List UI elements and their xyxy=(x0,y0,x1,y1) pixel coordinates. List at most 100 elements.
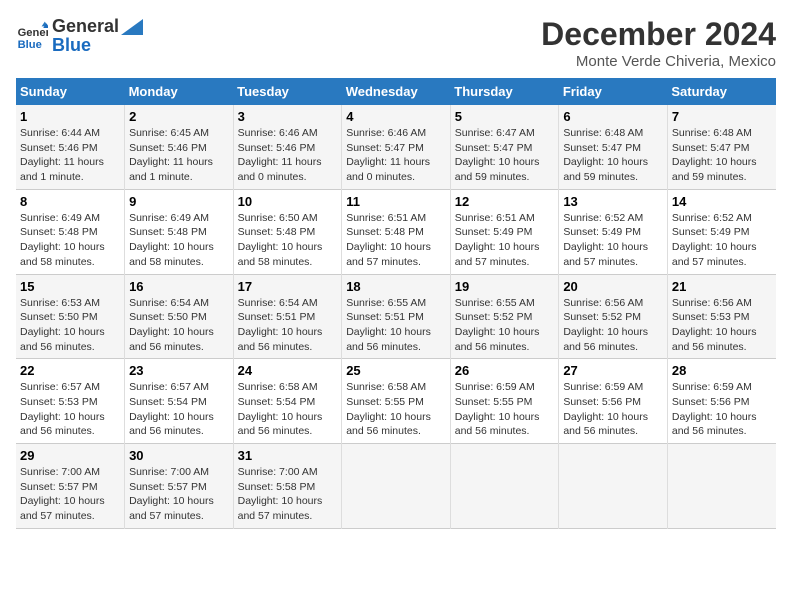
day-detail: Sunrise: 6:59 AM Sunset: 5:56 PM Dayligh… xyxy=(672,380,772,439)
day-detail: Sunrise: 6:59 AM Sunset: 5:56 PM Dayligh… xyxy=(563,380,663,439)
day-number: 24 xyxy=(238,363,338,378)
day-detail: Sunrise: 6:51 AM Sunset: 5:48 PM Dayligh… xyxy=(346,211,446,270)
day-detail: Sunrise: 6:49 AM Sunset: 5:48 PM Dayligh… xyxy=(20,211,120,270)
day-cell: 1Sunrise: 6:44 AM Sunset: 5:46 PM Daylig… xyxy=(16,105,125,189)
day-number: 31 xyxy=(238,448,338,463)
day-number: 17 xyxy=(238,279,338,294)
header-thursday: Thursday xyxy=(450,78,559,105)
header-friday: Friday xyxy=(559,78,668,105)
day-cell: 26 Sunrise: 6:59 AM Sunset: 5:55 PM Dayli… xyxy=(450,359,559,444)
day-number: 16 xyxy=(129,279,229,294)
day-cell: 24 Sunrise: 6:58 AM Sunset: 5:54 PM Dayli… xyxy=(233,359,342,444)
day-detail: Sunrise: 7:00 AM Sunset: 5:57 PM Dayligh… xyxy=(129,465,229,524)
day-cell: 14Sunrise: 6:52 AM Sunset: 5:49 PM Dayli… xyxy=(667,189,776,274)
day-number: 15 xyxy=(20,279,120,294)
day-cell: 5Sunrise: 6:47 AM Sunset: 5:47 PM Daylig… xyxy=(450,105,559,189)
day-cell: 12 Sunrise: 6:51 AM Sunset: 5:49 PM Dayli… xyxy=(450,189,559,274)
header-tuesday: Tuesday xyxy=(233,78,342,105)
day-cell: 16Sunrise: 6:54 AM Sunset: 5:50 PM Dayli… xyxy=(125,274,234,359)
svg-text:Blue: Blue xyxy=(18,39,42,51)
calendar-header-row: SundayMondayTuesdayWednesdayThursdayFrid… xyxy=(16,78,776,105)
logo-icon: General Blue xyxy=(16,20,48,52)
day-cell: 6Sunrise: 6:48 AM Sunset: 5:47 PM Daylig… xyxy=(559,105,668,189)
week-row-5: 29 Sunrise: 7:00 AM Sunset: 5:57 PM Dayli… xyxy=(16,444,776,529)
day-cell: 25 Sunrise: 6:58 AM Sunset: 5:55 PM Dayli… xyxy=(342,359,451,444)
day-detail: Sunrise: 6:57 AM Sunset: 5:53 PM Dayligh… xyxy=(20,380,120,439)
day-cell xyxy=(450,444,559,529)
day-cell: 18 Sunrise: 6:55 AM Sunset: 5:51 PM Dayli… xyxy=(342,274,451,359)
day-cell: 10Sunrise: 6:50 AM Sunset: 5:48 PM Dayli… xyxy=(233,189,342,274)
day-detail: Sunrise: 6:58 AM Sunset: 5:54 PM Dayligh… xyxy=(238,380,338,439)
day-number: 18 xyxy=(346,279,446,294)
day-cell: 13 Sunrise: 6:52 AM Sunset: 5:49 PM Dayli… xyxy=(559,189,668,274)
calendar-subtitle: Monte Verde Chiveria, Mexico xyxy=(541,53,776,70)
day-number: 2 xyxy=(129,109,229,124)
day-number: 20 xyxy=(563,279,663,294)
calendar-title: December 2024 xyxy=(541,16,776,53)
day-detail: Sunrise: 6:49 AM Sunset: 5:48 PM Dayligh… xyxy=(129,211,229,270)
day-number: 21 xyxy=(672,279,772,294)
day-number: 22 xyxy=(20,363,120,378)
logo-triangle-icon xyxy=(121,19,143,35)
day-number: 9 xyxy=(129,194,229,209)
day-number: 8 xyxy=(20,194,120,209)
day-cell: 4 Sunrise: 6:46 AM Sunset: 5:47 PM Daylig… xyxy=(342,105,451,189)
day-detail: Sunrise: 6:55 AM Sunset: 5:52 PM Dayligh… xyxy=(455,296,555,355)
day-cell xyxy=(559,444,668,529)
day-detail: Sunrise: 7:00 AM Sunset: 5:58 PM Dayligh… xyxy=(238,465,338,524)
day-detail: Sunrise: 6:56 AM Sunset: 5:52 PM Dayligh… xyxy=(563,296,663,355)
day-cell xyxy=(667,444,776,529)
day-number: 25 xyxy=(346,363,446,378)
day-cell: 2Sunrise: 6:45 AM Sunset: 5:46 PM Daylig… xyxy=(125,105,234,189)
day-detail: Sunrise: 6:59 AM Sunset: 5:55 PM Dayligh… xyxy=(455,380,555,439)
day-detail: Sunrise: 6:58 AM Sunset: 5:55 PM Dayligh… xyxy=(346,380,446,439)
day-detail: Sunrise: 7:00 AM Sunset: 5:57 PM Dayligh… xyxy=(20,465,120,524)
week-row-1: 1Sunrise: 6:44 AM Sunset: 5:46 PM Daylig… xyxy=(16,105,776,189)
day-cell: 19 Sunrise: 6:55 AM Sunset: 5:52 PM Dayli… xyxy=(450,274,559,359)
day-detail: Sunrise: 6:52 AM Sunset: 5:49 PM Dayligh… xyxy=(672,211,772,270)
day-cell: 27 Sunrise: 6:59 AM Sunset: 5:56 PM Dayli… xyxy=(559,359,668,444)
day-cell: 21Sunrise: 6:56 AM Sunset: 5:53 PM Dayli… xyxy=(667,274,776,359)
day-detail: Sunrise: 6:55 AM Sunset: 5:51 PM Dayligh… xyxy=(346,296,446,355)
day-cell: 20 Sunrise: 6:56 AM Sunset: 5:52 PM Dayli… xyxy=(559,274,668,359)
day-number: 7 xyxy=(672,109,772,124)
week-row-4: 22 Sunrise: 6:57 AM Sunset: 5:53 PM Dayli… xyxy=(16,359,776,444)
day-cell: 9 Sunrise: 6:49 AM Sunset: 5:48 PM Daylig… xyxy=(125,189,234,274)
logo-general: General xyxy=(52,16,119,37)
day-cell: 8 Sunrise: 6:49 AM Sunset: 5:48 PM Daylig… xyxy=(16,189,125,274)
day-cell: 29 Sunrise: 7:00 AM Sunset: 5:57 PM Dayli… xyxy=(16,444,125,529)
header: General Blue General Blue December 2024 … xyxy=(16,16,776,70)
day-detail: Sunrise: 6:48 AM Sunset: 5:47 PM Dayligh… xyxy=(672,126,772,185)
day-number: 27 xyxy=(563,363,663,378)
day-number: 10 xyxy=(238,194,338,209)
day-number: 12 xyxy=(455,194,555,209)
day-detail: Sunrise: 6:53 AM Sunset: 5:50 PM Dayligh… xyxy=(20,296,120,355)
header-monday: Monday xyxy=(125,78,234,105)
day-number: 6 xyxy=(563,109,663,124)
logo: General Blue General Blue xyxy=(16,16,143,56)
day-detail: Sunrise: 6:51 AM Sunset: 5:49 PM Dayligh… xyxy=(455,211,555,270)
day-number: 29 xyxy=(20,448,120,463)
day-number: 19 xyxy=(455,279,555,294)
day-cell: 30Sunrise: 7:00 AM Sunset: 5:57 PM Dayli… xyxy=(125,444,234,529)
day-cell: 7 Sunrise: 6:48 AM Sunset: 5:47 PM Daylig… xyxy=(667,105,776,189)
day-number: 13 xyxy=(563,194,663,209)
day-cell: 31 Sunrise: 7:00 AM Sunset: 5:58 PM Dayli… xyxy=(233,444,342,529)
day-cell: 15 Sunrise: 6:53 AM Sunset: 5:50 PM Dayli… xyxy=(16,274,125,359)
day-number: 11 xyxy=(346,194,446,209)
day-detail: Sunrise: 6:47 AM Sunset: 5:47 PM Dayligh… xyxy=(455,126,555,185)
day-number: 26 xyxy=(455,363,555,378)
header-wednesday: Wednesday xyxy=(342,78,451,105)
header-saturday: Saturday xyxy=(667,78,776,105)
header-sunday: Sunday xyxy=(16,78,125,105)
day-detail: Sunrise: 6:54 AM Sunset: 5:51 PM Dayligh… xyxy=(238,296,338,355)
day-number: 4 xyxy=(346,109,446,124)
week-row-2: 8 Sunrise: 6:49 AM Sunset: 5:48 PM Daylig… xyxy=(16,189,776,274)
day-number: 28 xyxy=(672,363,772,378)
day-detail: Sunrise: 6:46 AM Sunset: 5:47 PM Dayligh… xyxy=(346,126,446,185)
day-cell: 3Sunrise: 6:46 AM Sunset: 5:46 PM Daylig… xyxy=(233,105,342,189)
day-detail: Sunrise: 6:52 AM Sunset: 5:49 PM Dayligh… xyxy=(563,211,663,270)
day-cell: 23Sunrise: 6:57 AM Sunset: 5:54 PM Dayli… xyxy=(125,359,234,444)
logo-blue: Blue xyxy=(52,35,143,56)
day-cell: 11 Sunrise: 6:51 AM Sunset: 5:48 PM Dayli… xyxy=(342,189,451,274)
